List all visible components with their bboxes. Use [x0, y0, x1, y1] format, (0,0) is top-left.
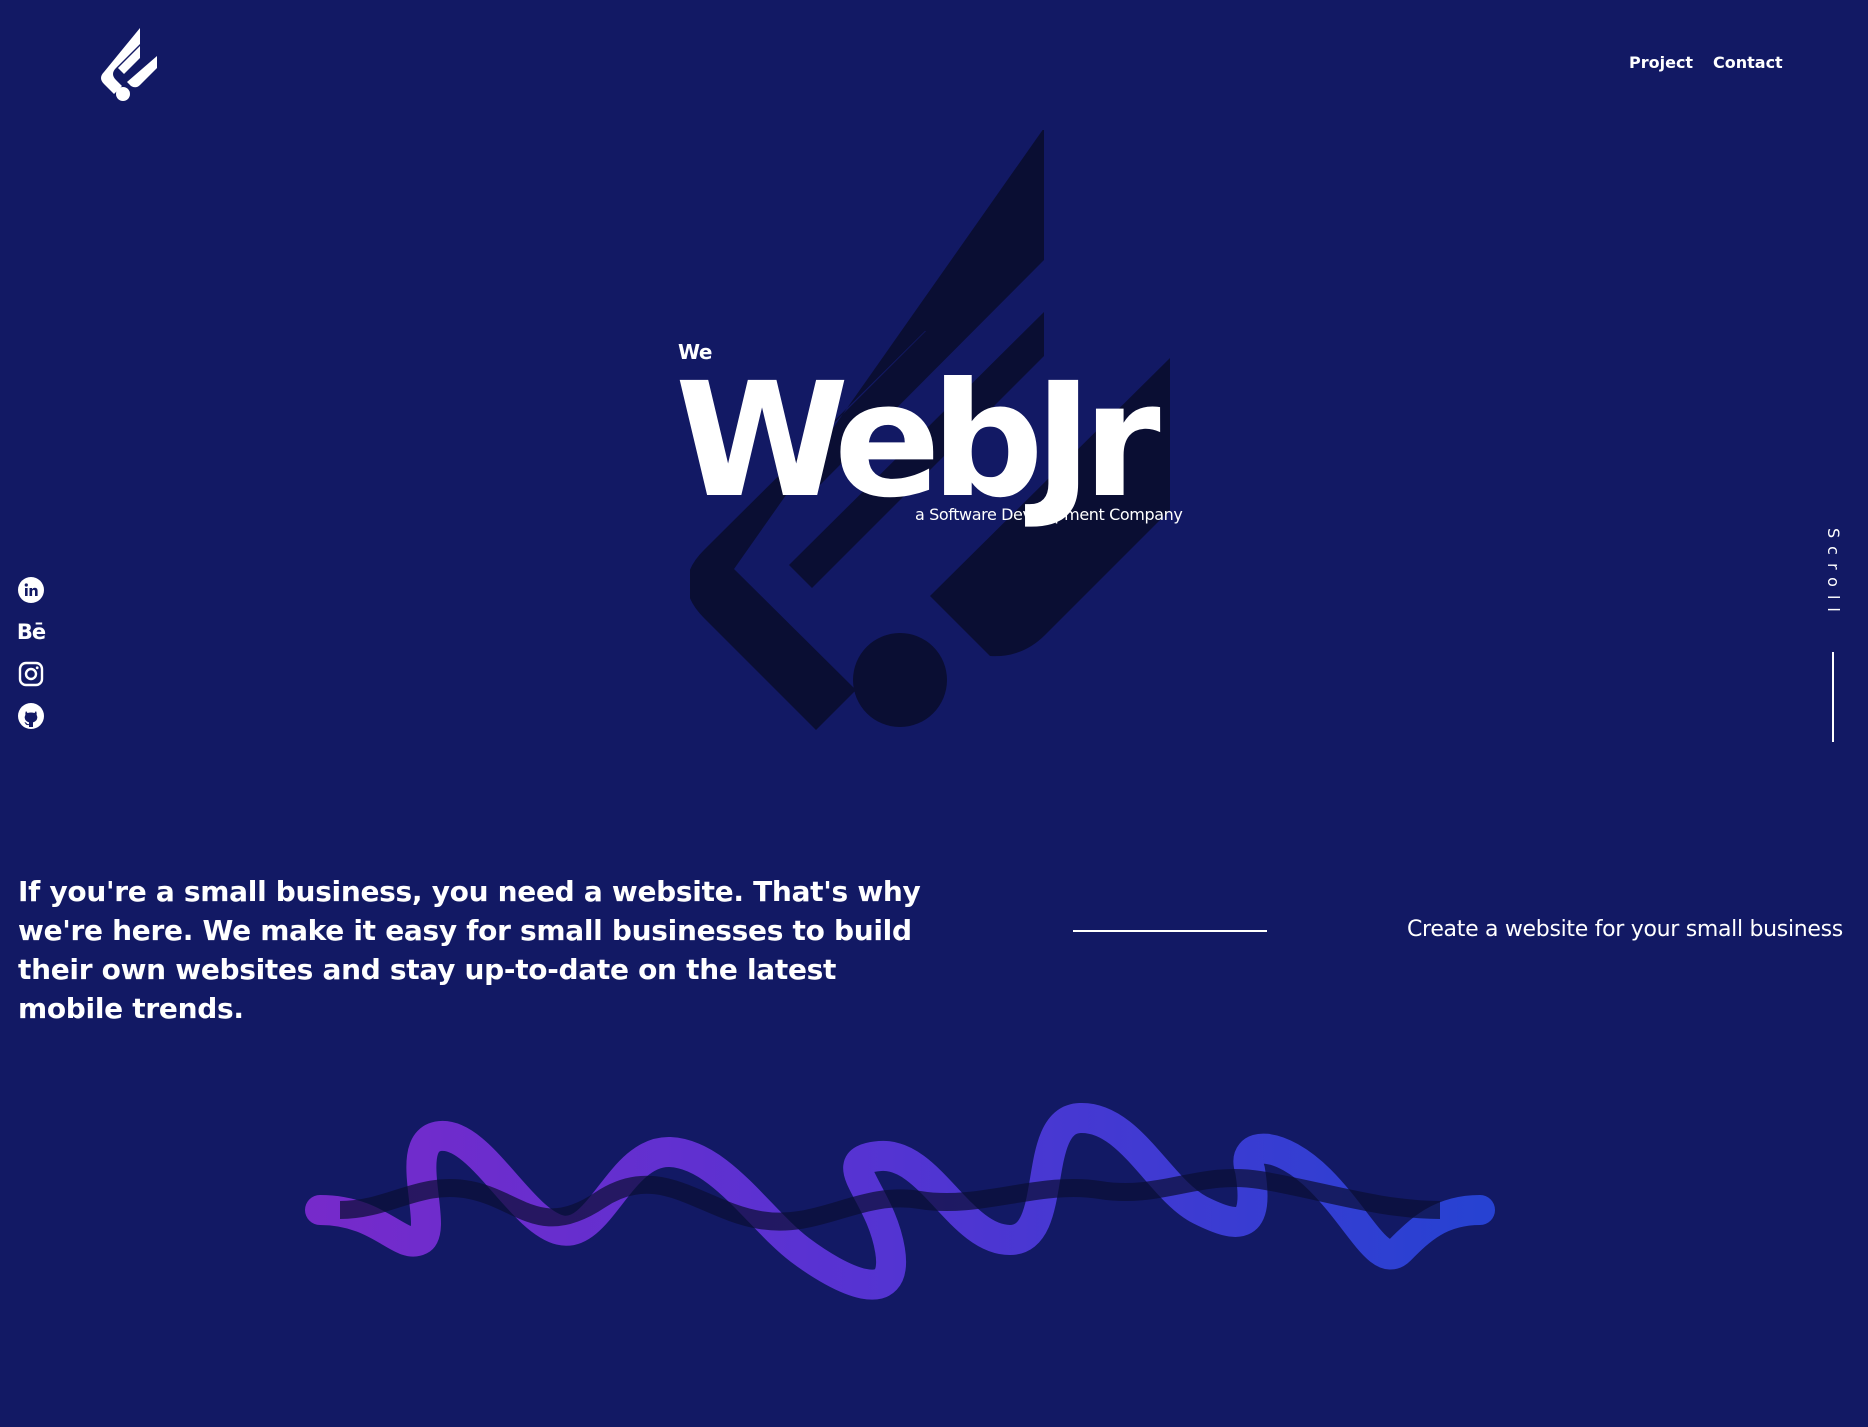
linkedin-icon	[18, 577, 44, 603]
tagline: Create a website for your small business	[1407, 917, 1843, 942]
scroll-label: Scroll	[1823, 528, 1843, 620]
wave-decoration	[0, 1103, 1868, 1300]
top-nav: Project Contact	[0, 53, 1868, 77]
instagram-link[interactable]	[17, 660, 45, 688]
nav-project-link[interactable]: Project	[1629, 53, 1693, 72]
nav-contact-link[interactable]: Contact	[1713, 53, 1783, 72]
linkedin-link[interactable]	[17, 576, 45, 604]
behance-link[interactable]: Bē	[17, 618, 46, 646]
github-icon	[18, 703, 44, 729]
github-link[interactable]	[17, 702, 45, 730]
page: Project Contact We WebJr a Software Deve…	[0, 0, 1868, 1427]
scroll-line	[1832, 652, 1834, 742]
intro-paragraph: If you're a small business, you need a w…	[18, 875, 921, 1025]
hero-title: WebJr	[675, 349, 1161, 533]
divider-line	[1073, 930, 1267, 932]
hero-subtitle: a Software Development Company	[915, 505, 1183, 524]
instagram-icon	[18, 661, 44, 687]
scroll-label-text: Scroll	[1824, 528, 1843, 620]
